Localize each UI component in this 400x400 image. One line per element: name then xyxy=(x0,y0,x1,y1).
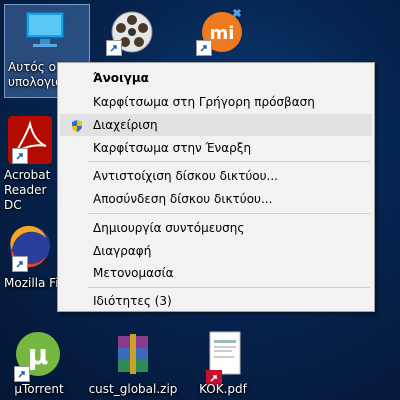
desktop-icon-label: Acrobat Reader DC xyxy=(4,168,51,212)
desktop-icon-utorrent[interactable]: µ µTorrent xyxy=(0,326,84,400)
menu-item-pin-quick-access[interactable]: Καρφίτσωμα στη Γρήγορη πρόσβαση xyxy=(60,91,372,113)
shortcut-arrow-icon xyxy=(106,40,122,56)
desktop-icon-zip[interactable]: cust_global.zip xyxy=(88,326,178,400)
desktop-icon-label: cust_global.zip xyxy=(88,382,178,396)
svg-text:mi: mi xyxy=(210,23,235,44)
menu-separator xyxy=(88,213,370,214)
computer-icon xyxy=(18,4,70,56)
desktop-icon-kok-pdf[interactable]: KOK.pdf xyxy=(178,326,268,400)
shortcut-arrow-icon xyxy=(12,148,28,164)
desktop-icon-media-player[interactable] xyxy=(88,0,178,64)
desktop-icon-mi[interactable]: mi xyxy=(178,0,268,64)
menu-separator xyxy=(88,287,370,288)
menu-item-map-network-drive[interactable]: Αντιστοίχιση δίσκου δικτύου... xyxy=(60,165,372,187)
shortcut-arrow-icon xyxy=(14,366,30,382)
menu-item-rename[interactable]: Μετονομασία xyxy=(60,262,372,284)
shortcut-arrow-icon xyxy=(196,40,212,56)
winrar-icon xyxy=(106,330,158,382)
menu-item-disconnect-network-drive[interactable]: Αποσύνδεση δίσκου δικτύου... xyxy=(60,188,372,210)
menu-item-manage[interactable]: Διαχείριση xyxy=(60,114,372,136)
menu-item-pin-start[interactable]: Καρφίτσωμα στην Έναρξη xyxy=(60,137,372,159)
shortcut-arrow-icon xyxy=(12,256,28,272)
menu-item-create-shortcut[interactable]: Δημιουργία συντόμευσης xyxy=(60,217,372,239)
pdf-file-icon xyxy=(196,330,248,382)
desktop-icon-label: KOK.pdf xyxy=(199,382,247,396)
menu-item-delete[interactable]: Διαγραφή xyxy=(60,240,372,262)
desktop-icon-label: µTorrent xyxy=(14,382,64,396)
context-menu: Άνοιγμα Καρφίτσωμα στη Γρήγορη πρόσβαση … xyxy=(57,62,375,312)
menu-item-open[interactable]: Άνοιγμα xyxy=(60,67,372,89)
menu-item-label: Διαχείριση xyxy=(93,118,158,132)
menu-separator xyxy=(88,161,370,162)
menu-item-properties[interactable]: Ιδιότητες (3) xyxy=(60,290,372,312)
svg-text:µ: µ xyxy=(28,338,49,371)
